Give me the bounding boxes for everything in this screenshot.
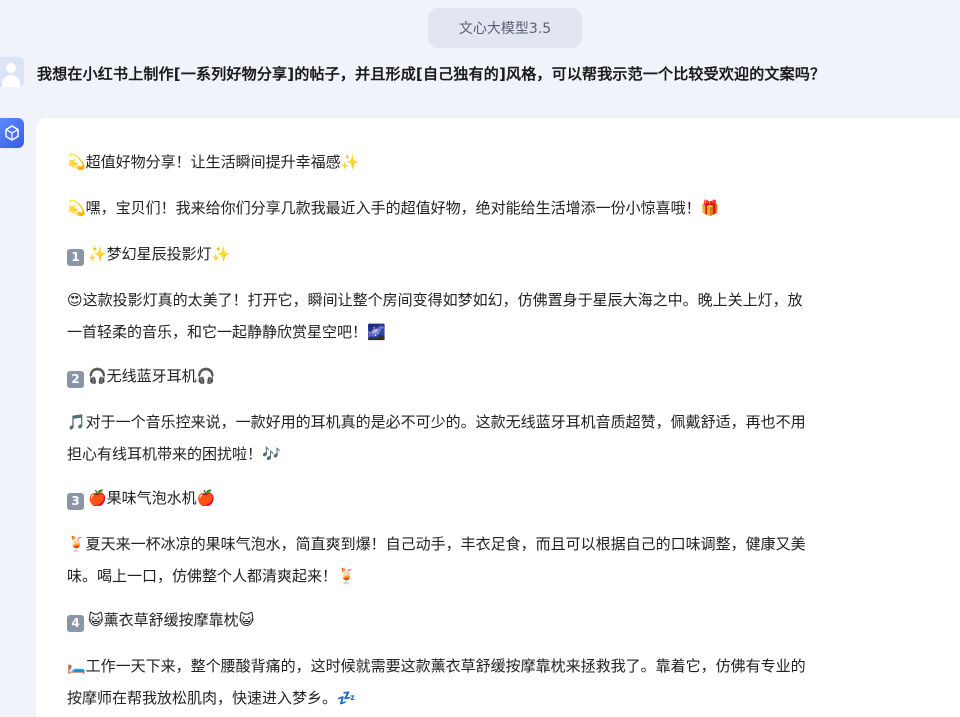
item-heading: 2 🎧无线蓝牙耳机🎧 (67, 360, 937, 392)
item-heading: 3 🍎果味气泡水机🍎 (67, 482, 937, 514)
item-heading-text: 🎧无线蓝牙耳机🎧 (88, 367, 216, 385)
item-heading-text: ✨梦幻星辰投影灯✨ (88, 245, 231, 263)
item-description-cont: 味。喝上一口，仿佛整个人都清爽起来！🍹 (67, 567, 356, 585)
item-description-cont: 按摩师在帮我放松肌肉，快速进入梦乡。💤 (67, 689, 356, 707)
item-description: 🍹夏天来一杯冰凉的果味气泡水，简直爽到爆！自己动手，丰衣足食，而且可以根据自己的… (67, 535, 806, 553)
item-heading-text: 😺薰衣草舒缓按摩靠枕😺 (88, 611, 255, 629)
item-description: 😍这款投影灯真的太美了！打开它，瞬间让整个房间变得如梦如幻，仿佛置身于星辰大海之… (67, 291, 803, 309)
model-name-label: 文心大模型3.5 (458, 21, 552, 37)
cube-logo-icon (0, 118, 24, 148)
number-badge-icon: 3 (67, 493, 84, 510)
item-description: 🎵对于一个音乐控来说，一款好用的耳机真的是必不可少的。这款无线蓝牙耳机音质超赞，… (67, 413, 806, 431)
answer-title: 💫超值好物分享！让生活瞬间提升幸福感✨ (67, 153, 360, 171)
user-avatar-icon (0, 57, 24, 87)
item-heading: 1 ✨梦幻星辰投影灯✨ (67, 238, 937, 270)
item-heading: 4 😺薰衣草舒缓按摩靠枕😺 (67, 604, 937, 636)
item-description: 🛏️工作一天下来，整个腰酸背痛的，这时候就需要这款薰衣草舒缓按摩靠枕来拯救我了。… (67, 657, 806, 675)
model-name-badge[interactable]: 文心大模型3.5 (428, 8, 582, 48)
assistant-message: 💫超值好物分享！让生活瞬间提升幸福感✨ 💫嘿，宝贝们！我来给你们分享几款我最近入… (67, 146, 937, 714)
item-description-cont: 一首轻柔的音乐，和它一起静静欣赏星空吧！🌌 (67, 323, 386, 341)
number-badge-icon: 4 (67, 615, 84, 632)
chat-page: 文心大模型3.5 我想在小红书上制作[一系列好物分享]的帖子，并且形成[自己独有… (0, 0, 960, 717)
number-badge-icon: 1 (67, 249, 84, 266)
answer-intro: 💫嘿，宝贝们！我来给你们分享几款我最近入手的超值好物，绝对能给生活增添一份小惊喜… (67, 199, 720, 217)
item-description-cont: 担心有线耳机带来的困扰啦！🎶 (67, 445, 281, 463)
item-heading-text: 🍎果味气泡水机🍎 (88, 489, 216, 507)
number-badge-icon: 2 (67, 371, 84, 388)
user-message: 我想在小红书上制作[一系列好物分享]的帖子，并且形成[自己独有的]风格，可以帮我… (37, 65, 826, 83)
